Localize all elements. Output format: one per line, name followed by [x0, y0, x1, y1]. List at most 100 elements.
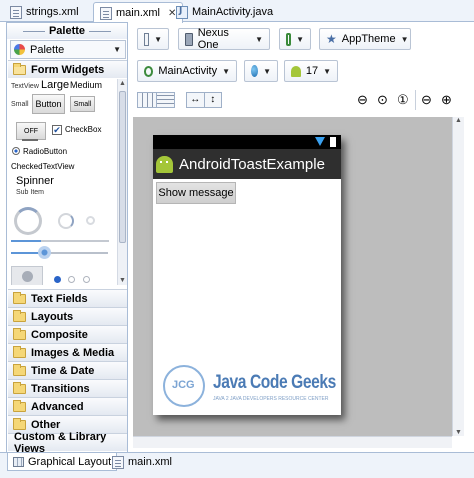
xml-file-icon: [100, 6, 112, 20]
scroll-up-icon[interactable]: ▲: [119, 80, 126, 87]
progress-small-icon[interactable]: [86, 216, 95, 225]
category-text-fields[interactable]: Text Fields: [8, 289, 127, 307]
category-label: Advanced: [31, 400, 84, 413]
android-app-icon: [156, 155, 173, 173]
api-level-selector[interactable]: 17 ▼: [284, 60, 338, 82]
star-icon: ★: [326, 32, 337, 46]
watermark-subtitle: JAVA 2 JAVA DEVELOPERS RESOURCE CENTER: [213, 396, 329, 402]
widget-button[interactable]: Button: [32, 94, 65, 114]
quick-contact-badge[interactable]: [11, 266, 43, 285]
scroll-down-icon[interactable]: ▼: [455, 429, 462, 436]
editor-bottom-tabs: Graphical Layout main.xml: [0, 452, 474, 478]
zoom-in-icon[interactable]: ⊕: [441, 92, 452, 108]
palette-scrollbar[interactable]: ▲ ▼: [117, 79, 127, 285]
form-widgets-preview: TextView Large Medium Small Button Small…: [8, 79, 117, 285]
category-custom-library-views[interactable]: Custom & Library Views: [8, 431, 127, 455]
tab-strings-xml[interactable]: strings.xml: [4, 2, 85, 22]
palette-header: Palette: [7, 23, 127, 39]
category-layouts[interactable]: Layouts: [8, 307, 127, 325]
scroll-down-icon[interactable]: ▼: [119, 277, 126, 284]
palette-selector-value: Palette: [30, 43, 65, 56]
fill-width-icon[interactable]: ↔: [187, 93, 205, 107]
scrollbar-thumb[interactable]: [119, 91, 126, 243]
widget-sub-item: Sub Item: [16, 189, 45, 196]
chevron-down-icon: ▼: [400, 34, 409, 44]
rating-dot: [54, 276, 61, 283]
chevron-down-icon: ▼: [323, 66, 331, 76]
progress-bar[interactable]: [11, 240, 41, 242]
theme-selector[interactable]: ★ AppTheme ▼: [319, 28, 411, 50]
folder-icon: [13, 399, 26, 412]
activity-label: MainActivity: [158, 65, 218, 77]
zoom-out-icon[interactable]: ⊖: [421, 92, 432, 108]
zoom-one-icon[interactable]: ①: [397, 92, 409, 108]
widget-small-text[interactable]: Small: [11, 101, 29, 108]
widget-radiobutton[interactable]: RadioButton: [23, 147, 67, 156]
progress-large-icon[interactable]: [14, 207, 42, 235]
widget-textview[interactable]: TextView: [11, 83, 39, 90]
palette-panel: Palette Palette ▼ Form Widgets TextView …: [6, 22, 128, 455]
folder-icon: [13, 381, 26, 394]
device-label: Nexus One: [197, 27, 229, 51]
category-composite[interactable]: Composite: [8, 325, 127, 343]
config-chooser-button[interactable]: ▼: [137, 28, 169, 50]
chevron-down-icon: ▼: [222, 66, 230, 76]
columns-view-icon[interactable]: [138, 93, 157, 107]
device-preview: AndroidToastExample Show message JCG Jav…: [153, 135, 341, 415]
category-images-media[interactable]: Images & Media: [8, 343, 127, 361]
widget-small-button[interactable]: Small: [70, 96, 95, 112]
device-icon: [185, 32, 193, 46]
category-advanced[interactable]: Advanced: [8, 397, 127, 415]
canvas-vertical-scrollbar[interactable]: ▲ ▼: [452, 117, 464, 436]
seekbar-thumb[interactable]: [38, 246, 51, 259]
widget-checkedtextview[interactable]: CheckedTextView: [11, 162, 74, 171]
chevron-down-icon: ▼: [113, 45, 121, 54]
folder-icon: [13, 309, 26, 322]
rating-dot: [83, 276, 90, 283]
zoom-fit-icon[interactable]: ⊖: [357, 92, 368, 108]
category-form-widgets[interactable]: Form Widgets: [8, 60, 127, 78]
category-label: Layouts: [31, 310, 74, 323]
rotate-icon: [286, 32, 292, 46]
category-label: Other: [31, 418, 61, 431]
tab-mainactivity-java[interactable]: MainActivity.java: [170, 2, 279, 22]
fill-height-icon[interactable]: ↕: [205, 93, 222, 107]
tab-main-xml-source[interactable]: main.xml: [107, 453, 177, 471]
folder-icon: [13, 417, 26, 430]
category-label: Transitions: [31, 382, 90, 395]
palette-title: Palette: [48, 25, 86, 37]
widget-large-text[interactable]: Large: [41, 79, 69, 91]
device-selector[interactable]: Nexus One ▼: [178, 27, 270, 51]
category-time-date[interactable]: Time & Date: [8, 361, 127, 379]
radio-icon[interactable]: [12, 147, 20, 155]
activity-selector[interactable]: MainActivity ▼: [137, 60, 237, 82]
widget-spinner[interactable]: Spinner: [16, 175, 54, 187]
battery-icon: [330, 137, 336, 147]
widget-toggle-button[interactable]: OFF: [16, 122, 46, 140]
progress-bar-track: [41, 240, 109, 242]
chevron-down-icon: ▼: [255, 34, 263, 44]
orientation-button[interactable]: ▼: [279, 28, 311, 50]
activity-icon: [144, 65, 154, 77]
palette-selector[interactable]: Palette ▼: [10, 40, 126, 59]
rows-view-icon[interactable]: [156, 93, 174, 107]
scroll-up-icon[interactable]: ▲: [455, 117, 462, 124]
zoom-real-icon[interactable]: ⊙: [377, 92, 388, 108]
locale-selector[interactable]: ▼: [244, 60, 278, 82]
canvas-horizontal-scrollbar[interactable]: [133, 436, 452, 448]
layout-config-icon: [144, 32, 150, 46]
palette-icon: [14, 44, 25, 55]
widget-medium-text[interactable]: Medium: [70, 80, 102, 90]
tab-label: main.xml: [128, 456, 173, 468]
folder-icon: [13, 345, 26, 358]
widget-checkbox[interactable]: CheckBox: [65, 125, 101, 134]
tab-graphical-layout[interactable]: Graphical Layout: [7, 453, 118, 471]
progress-medium-icon[interactable]: [58, 213, 74, 229]
category-label: Text Fields: [31, 292, 88, 305]
category-transitions[interactable]: Transitions: [8, 379, 127, 397]
theme-label: AppTheme: [341, 33, 396, 45]
checkbox-icon[interactable]: ✔: [52, 125, 62, 135]
show-message-button[interactable]: Show message: [156, 182, 236, 204]
folder-open-icon: [13, 62, 26, 75]
watermark-title: Java Code Geeks: [213, 372, 336, 393]
